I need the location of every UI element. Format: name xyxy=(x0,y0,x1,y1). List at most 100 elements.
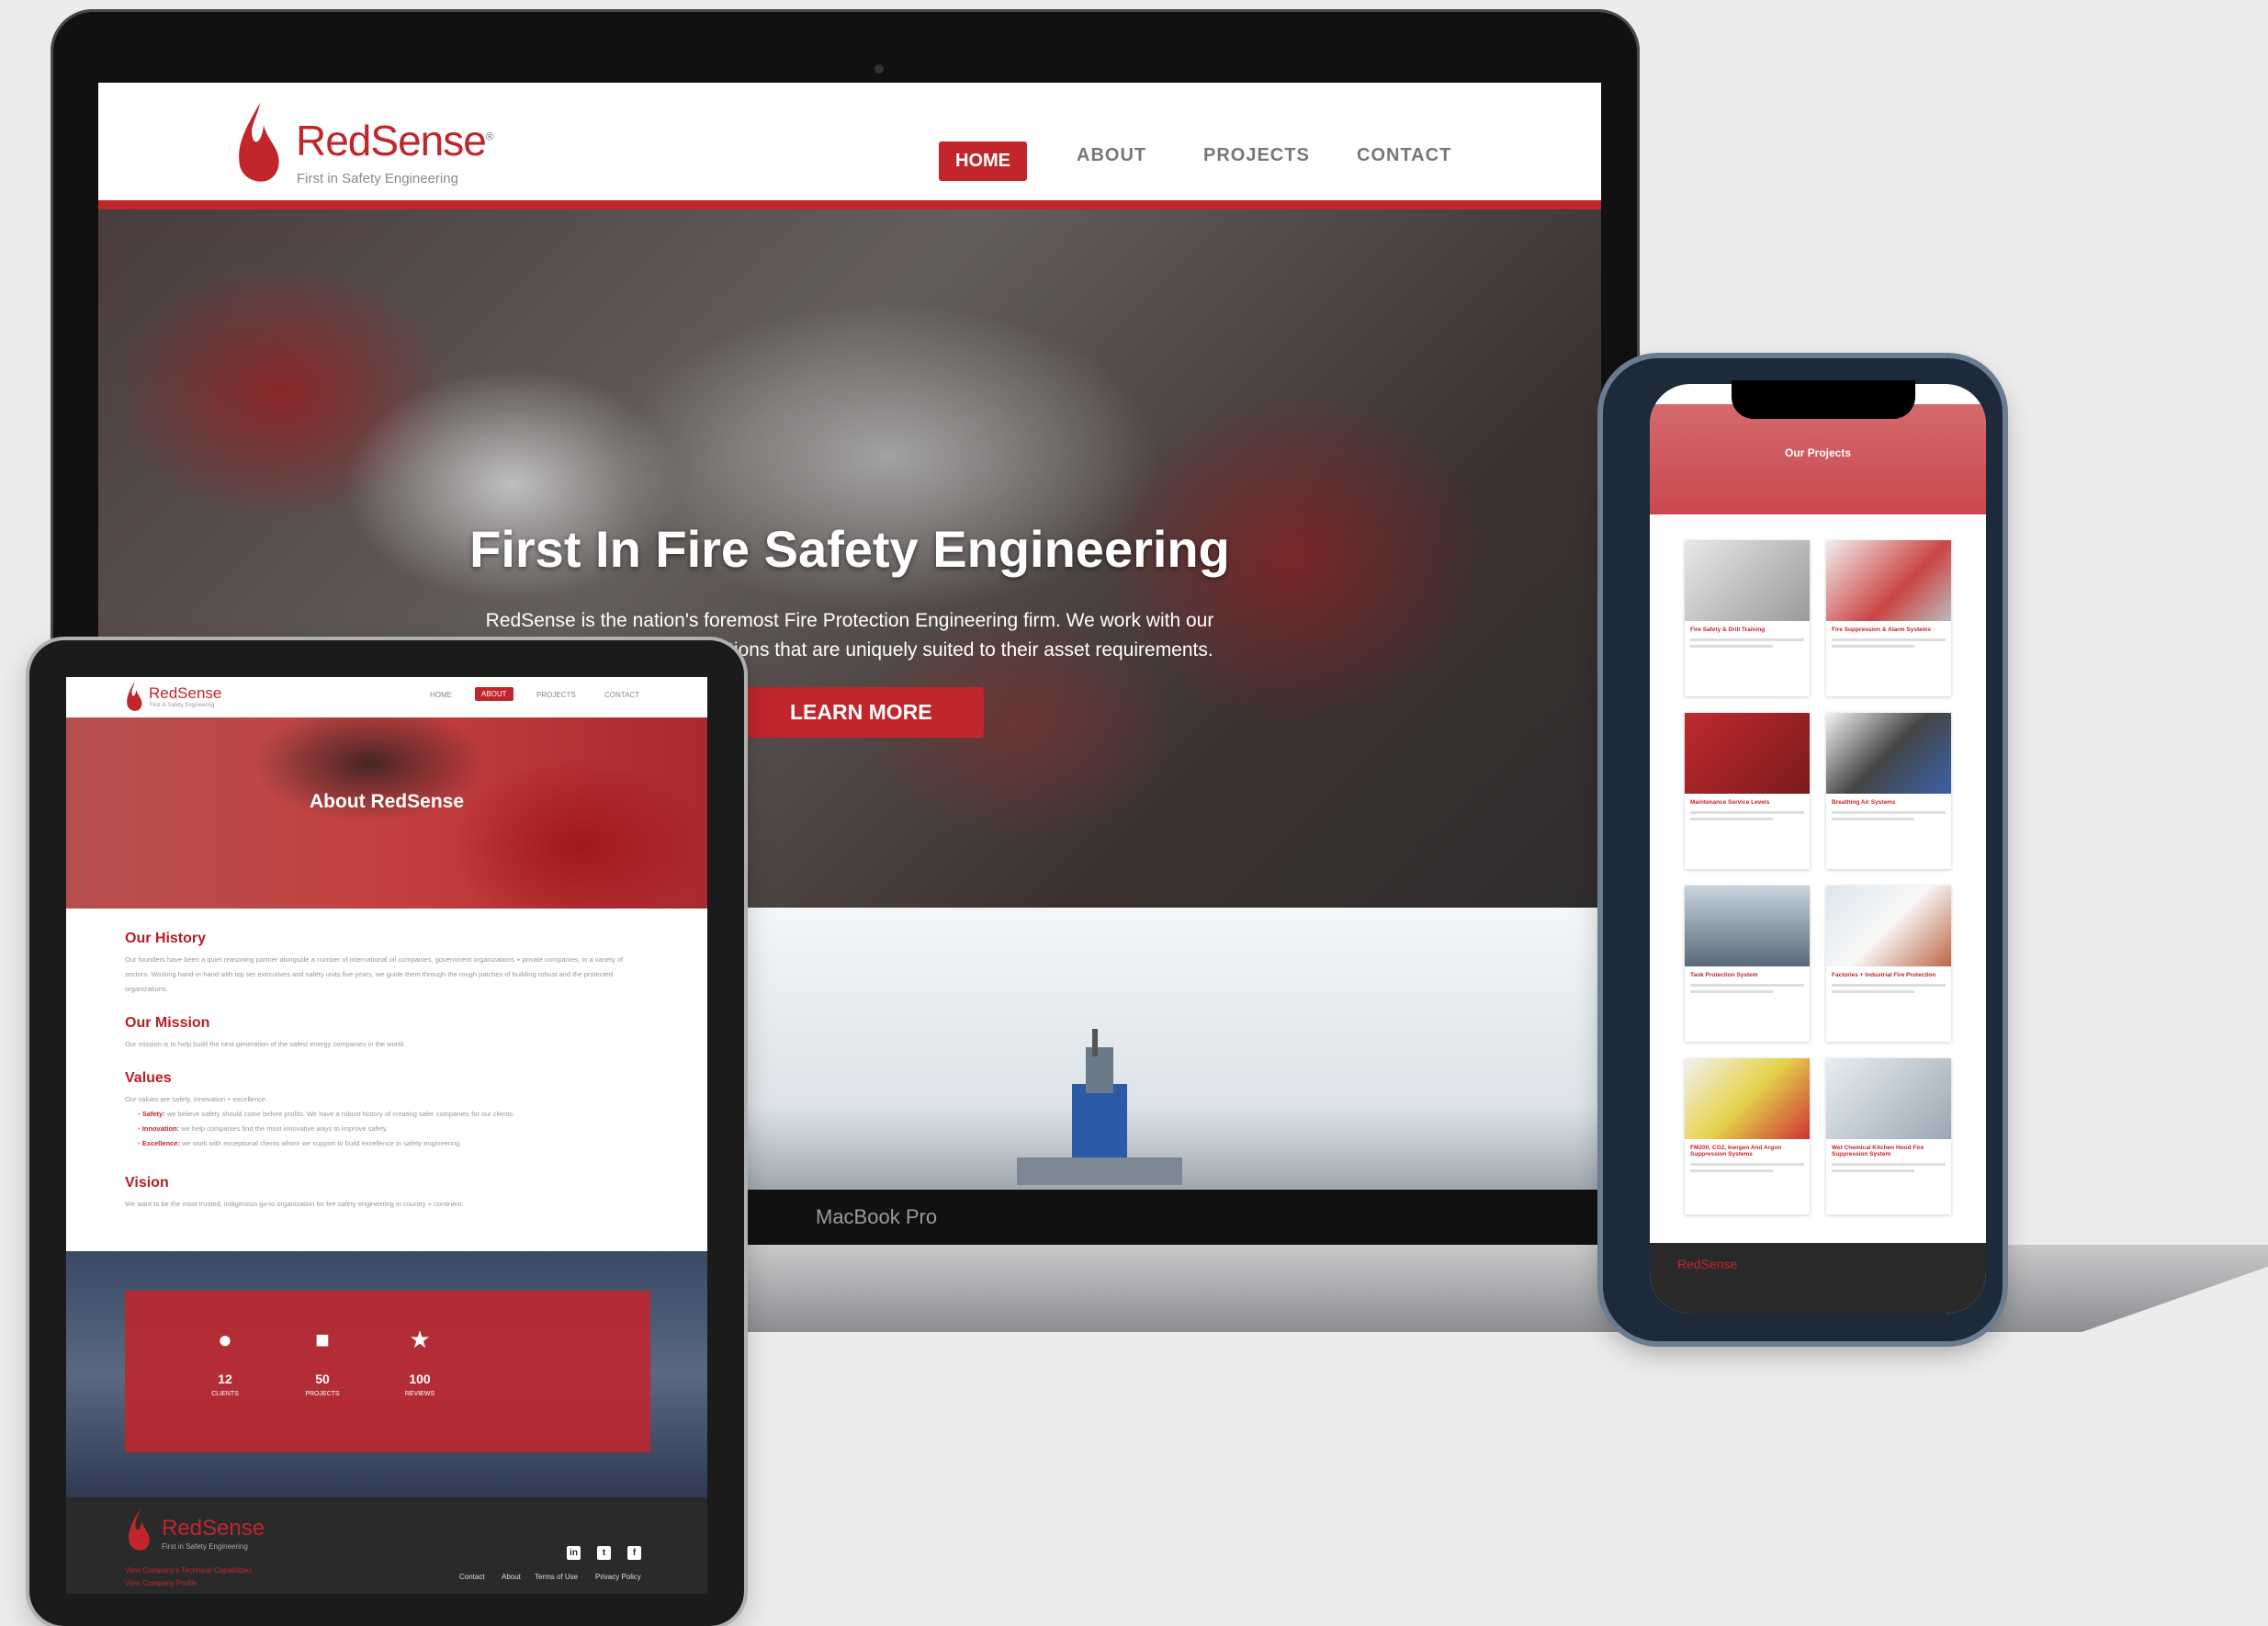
footer-about-link[interactable]: About xyxy=(502,1573,521,1581)
project-card[interactable]: Fire Suppression & Alarm Systems xyxy=(1826,540,1951,696)
values-list-item: • Safety: we believe safety should come … xyxy=(138,1110,515,1118)
project-title: FM200, CO2, Inergen And Argon Suppressio… xyxy=(1690,1145,1782,1157)
twitter-icon[interactable]: t xyxy=(597,1546,611,1560)
project-description xyxy=(1832,645,1914,648)
flame-logo-icon xyxy=(127,681,142,711)
project-card[interactable]: Maintenance Service Levels xyxy=(1685,713,1810,869)
footer-privacy-link[interactable]: Privacy Policy xyxy=(595,1573,641,1581)
project-card[interactable]: Wet Chemical Kitchen Hood Fire Suppressi… xyxy=(1826,1058,1951,1214)
flame-logo-icon xyxy=(239,103,279,182)
projects-hero-title: Our Projects xyxy=(1784,446,1852,459)
project-description xyxy=(1832,1169,1914,1172)
company-profile-link[interactable]: View Company Profile xyxy=(125,1579,197,1587)
header-accent-bar xyxy=(98,200,1601,209)
technical-capabilities-link[interactable]: View Company's Technical Capabilities xyxy=(125,1566,252,1575)
project-title: Tank Protection System xyxy=(1690,972,1758,978)
folder-icon: ■ xyxy=(315,1326,330,1353)
history-title: Our History xyxy=(125,931,207,946)
flame-logo-icon xyxy=(129,1509,150,1551)
projects-hero-image xyxy=(1650,404,1986,514)
project-description xyxy=(1690,818,1773,820)
brand-name[interactable]: RedSense® xyxy=(296,116,494,165)
linkedin-icon[interactable]: in xyxy=(567,1546,581,1560)
brand-tagline: First in Safety Engineering xyxy=(150,703,215,708)
footer-brand[interactable]: RedSense xyxy=(162,1516,265,1541)
project-description xyxy=(1832,984,1946,987)
star-icon: ★ xyxy=(409,1326,431,1353)
project-description xyxy=(1690,1169,1773,1172)
project-description xyxy=(1690,990,1773,993)
project-description xyxy=(1690,1163,1804,1166)
project-image xyxy=(1685,713,1810,794)
project-card[interactable]: Breathing Air Systems xyxy=(1826,713,1951,869)
project-image xyxy=(1826,540,1951,621)
values-list-item: • Excellence: we work with exceptional c… xyxy=(138,1139,462,1147)
project-card[interactable]: Factories + Industrial Fire Protection xyxy=(1826,886,1951,1042)
about-hero-title: About RedSense xyxy=(309,791,465,812)
project-description xyxy=(1832,638,1946,641)
project-title: Factories + Industrial Fire Protection xyxy=(1832,972,1936,978)
user-icon: ● xyxy=(218,1326,232,1353)
project-image xyxy=(1826,1058,1951,1139)
nav-projects[interactable]: PROJECTS xyxy=(536,691,576,699)
nav-contact[interactable]: CONTACT xyxy=(604,691,639,699)
stat-projects-label: PROJECTS xyxy=(305,1391,340,1397)
project-description xyxy=(1832,818,1914,820)
project-image xyxy=(1685,1058,1810,1139)
stat-projects-value: 50 xyxy=(315,1372,330,1386)
project-image xyxy=(1826,713,1951,794)
project-title: Maintenance Service Levels xyxy=(1690,799,1770,806)
project-title: Wet Chemical Kitchen Hood Fire Suppressi… xyxy=(1832,1145,1924,1157)
stat-reviews-label: REVIEWS xyxy=(404,1391,435,1397)
stat-clients-value: 12 xyxy=(218,1372,232,1386)
project-description xyxy=(1690,645,1773,648)
brand-name[interactable]: RedSense xyxy=(149,684,221,703)
project-title: Fire Safety & Drill Training xyxy=(1690,627,1766,633)
laptop-camera xyxy=(874,64,884,73)
footer-contact-link[interactable]: Contact xyxy=(459,1573,485,1581)
phone-screen: Our Projects Fire Safety & Drill Trainin… xyxy=(1650,384,1986,1314)
mission-title: Our Mission xyxy=(125,1015,210,1031)
mission-text: Our mission is to help build the next ge… xyxy=(125,1040,406,1048)
nav-about[interactable]: ABOUT xyxy=(1077,145,1146,166)
stat-clients-label: CLIENTS xyxy=(211,1391,239,1397)
nav-home[interactable]: HOME xyxy=(939,141,1027,181)
project-description xyxy=(1690,811,1804,814)
values-title: Values xyxy=(125,1070,172,1086)
project-card[interactable]: Fire Safety & Drill Training xyxy=(1685,540,1810,696)
footer-tagline: First in Safety Engineering xyxy=(162,1542,248,1551)
project-image xyxy=(1685,540,1810,621)
learn-more-button[interactable]: LEARN MORE xyxy=(739,687,984,738)
hero-title: First In Fire Safety Engineering xyxy=(469,520,1230,578)
laptop-base xyxy=(717,1245,2268,1332)
nav-home[interactable]: HOME xyxy=(430,691,452,699)
laptop-model-label: MacBook Pro xyxy=(816,1205,938,1228)
nav-projects[interactable]: PROJECTS xyxy=(1203,145,1310,166)
values-list-item: • Innovation: we help companies find the… xyxy=(138,1124,389,1133)
project-title: Breathing Air Systems xyxy=(1832,799,1896,806)
nav-contact[interactable]: CONTACT xyxy=(1357,145,1451,166)
nav-about[interactable]: ABOUT xyxy=(475,687,513,701)
project-description xyxy=(1832,1163,1946,1166)
offshore-platform-image xyxy=(1017,1029,1182,1185)
project-image xyxy=(1826,886,1951,966)
phone-site-footer xyxy=(1650,1243,1986,1314)
brand-tagline: First in Safety Engineering xyxy=(297,171,458,186)
project-card[interactable]: FM200, CO2, Inergen And Argon Suppressio… xyxy=(1685,1058,1810,1214)
project-description xyxy=(1690,984,1804,987)
stat-reviews-value: 100 xyxy=(409,1372,431,1386)
project-card[interactable]: Tank Protection System xyxy=(1685,886,1810,1042)
project-description xyxy=(1690,638,1804,641)
facebook-icon[interactable]: f xyxy=(627,1546,641,1560)
footer-brand[interactable]: RedSense xyxy=(1677,1257,1737,1271)
values-intro: Our values are safety, innovation + exce… xyxy=(125,1095,268,1103)
phone-notch xyxy=(1732,380,1915,419)
vision-title: Vision xyxy=(125,1175,169,1191)
vision-text: We want to be the most trusted, indigeno… xyxy=(125,1200,464,1208)
footer-terms-link[interactable]: Terms of Use xyxy=(535,1573,578,1581)
project-title: Fire Suppression & Alarm Systems xyxy=(1832,627,1932,633)
about-hero-image xyxy=(66,717,707,909)
project-description xyxy=(1832,811,1946,814)
project-image xyxy=(1685,886,1810,966)
tablet-screen: RedSense First in Safety Engineering HOM… xyxy=(66,677,707,1594)
